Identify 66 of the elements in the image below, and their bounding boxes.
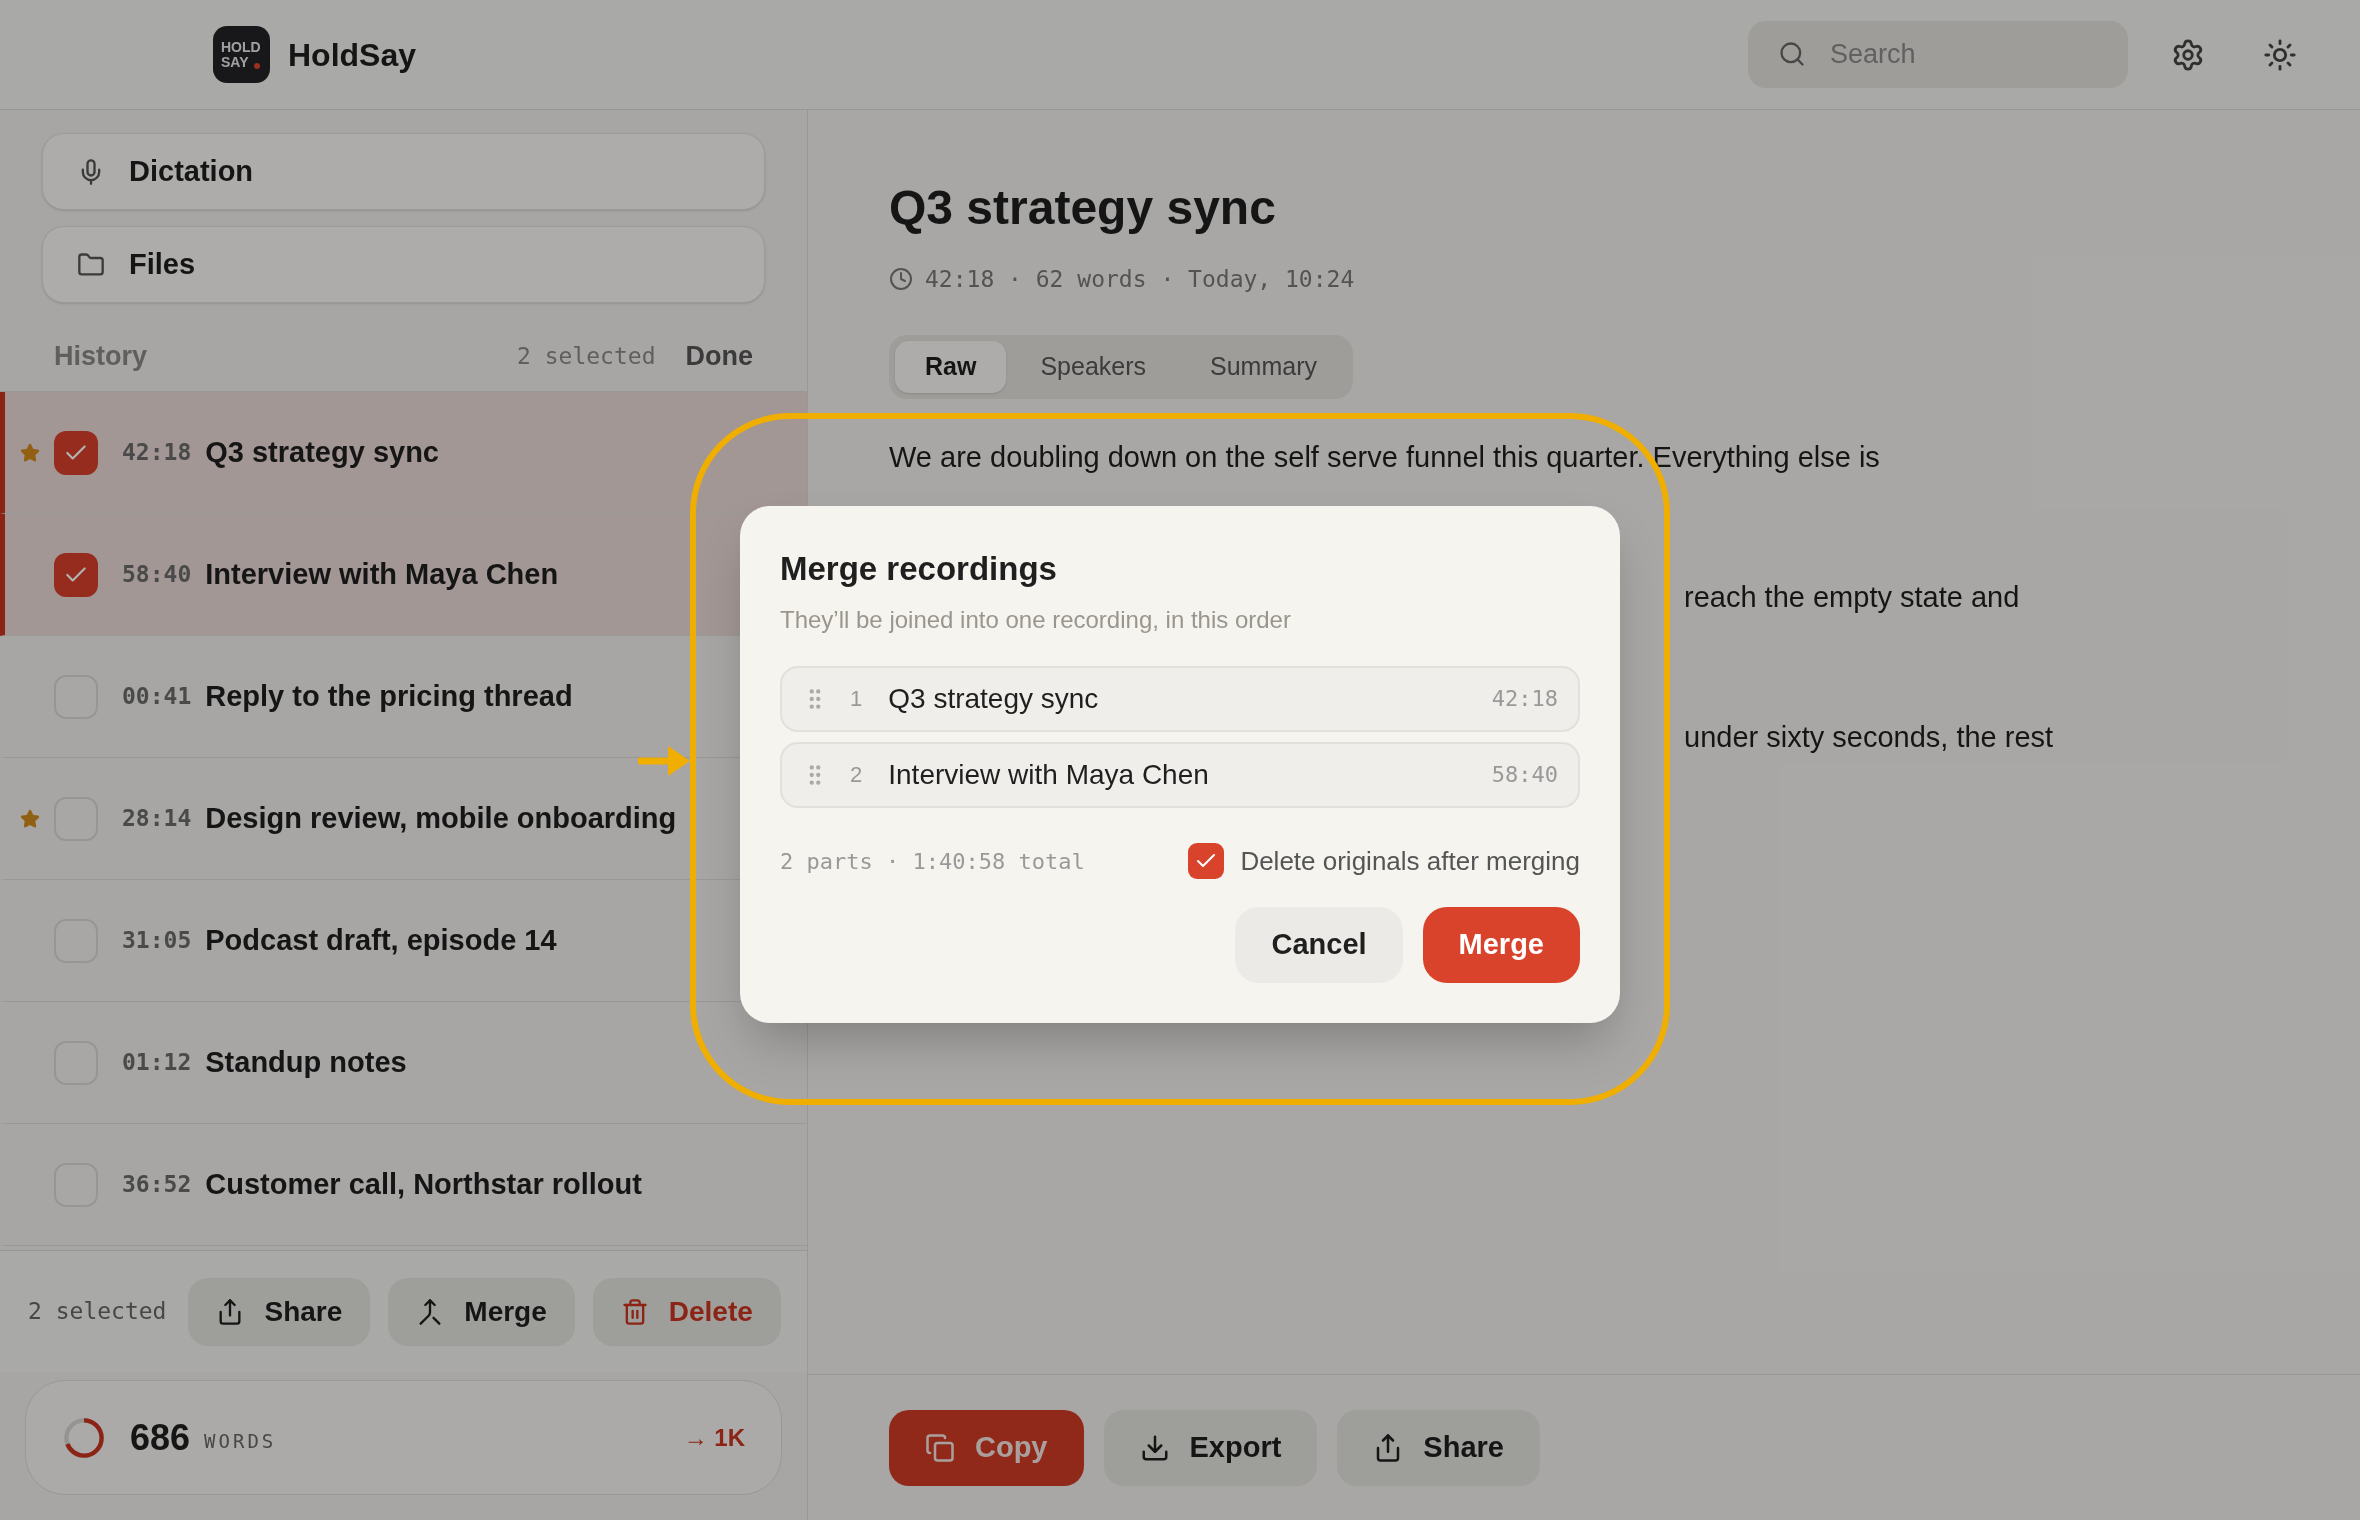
document-action-button[interactable]: Export xyxy=(1103,1409,1318,1486)
word-goal: → 1K xyxy=(683,1422,745,1453)
star-icon[interactable] xyxy=(19,442,40,463)
document-meta: 42:18 · 62 words · Today, 10:24 xyxy=(925,265,1355,294)
document-title: Q3 strategy sync xyxy=(889,180,1277,236)
transcript-text: We are doubling down on the self serve funnel this quarter. Everything else is xyxy=(889,439,1881,475)
part-number: 1 xyxy=(850,685,863,713)
done-button[interactable]: Done xyxy=(685,335,753,377)
view-tab[interactable]: Raw xyxy=(895,340,1007,393)
part-number: 2 xyxy=(850,761,863,789)
word-unit: WORDS xyxy=(204,1429,277,1455)
delete-originals-checkbox[interactable] xyxy=(1188,843,1225,879)
recording-title: Q3 strategy sync xyxy=(205,434,439,470)
progress-ring xyxy=(62,1415,106,1460)
recording-duration: 36:52 xyxy=(122,1170,192,1200)
document-action-button[interactable]: Share xyxy=(1337,1409,1540,1486)
app-logo: HOLD SAY xyxy=(213,26,270,83)
recording-title: Design review, mobile onboarding xyxy=(205,800,677,836)
recording-title: Customer call, Northstar rollout xyxy=(205,1166,642,1202)
part-title: Interview with Maya Chen xyxy=(888,757,1209,792)
dialog-button[interactable]: Cancel xyxy=(1235,906,1403,983)
search-field[interactable]: Search xyxy=(1748,21,2128,88)
nav-button[interactable]: Dictation xyxy=(42,133,765,210)
recording-title: Reply to the pricing thread xyxy=(205,678,573,714)
settings-icon xyxy=(2171,37,2205,72)
view-tab[interactable]: Speakers xyxy=(1010,340,1177,393)
app-name: HoldSay xyxy=(288,35,417,75)
row-checkbox[interactable] xyxy=(54,552,98,597)
nav-button[interactable]: Files xyxy=(42,226,765,303)
sun-icon xyxy=(2263,37,2297,72)
word-count: 686 xyxy=(130,1415,191,1460)
recording-duration: 01:12 xyxy=(122,1048,192,1078)
selected-count: 2 selected xyxy=(517,341,656,371)
star-icon[interactable] xyxy=(19,808,40,829)
search-icon xyxy=(1778,40,1806,68)
recording-duration: 31:05 xyxy=(122,926,192,956)
selection-action-button[interactable]: Share xyxy=(188,1277,371,1346)
recording-duration: 58:40 xyxy=(122,560,192,590)
merge-part-row[interactable]: 2 Interview with Maya Chen 58:40 xyxy=(780,741,1580,808)
recording-duration: 42:18 xyxy=(122,438,192,468)
transcript-text: reach the empty state and xyxy=(1684,579,2021,615)
folder-icon xyxy=(77,250,105,279)
trash-icon xyxy=(620,1297,649,1326)
clock-icon xyxy=(889,267,913,292)
recording-title: Podcast draft, episode 14 xyxy=(205,922,557,958)
part-title: Q3 strategy sync xyxy=(888,681,1099,716)
recording-duration: 28:14 xyxy=(122,804,192,834)
selection-count: 2 selected xyxy=(28,1297,167,1327)
delete-originals-label: Delete originals after merging xyxy=(1240,844,1580,878)
view-tab[interactable]: Summary xyxy=(1180,340,1347,393)
dialog-button[interactable]: Merge xyxy=(1422,906,1580,983)
row-checkbox[interactable] xyxy=(54,430,98,475)
selection-action-button[interactable]: Merge xyxy=(388,1277,575,1346)
part-duration: 42:18 xyxy=(1491,685,1558,713)
dialog-title: Merge recordings xyxy=(780,549,1058,589)
recording-duration: 00:41 xyxy=(122,682,192,712)
dialog-subtitle: They’ll be joined into one recording, in this order xyxy=(780,604,1292,635)
copy-icon xyxy=(925,1432,955,1463)
recording-title: Standup notes xyxy=(205,1044,407,1080)
transcript-text: under sixty seconds, the rest xyxy=(1684,719,2055,755)
merge-part-row[interactable]: 1 Q3 strategy sync 42:18 xyxy=(780,665,1580,732)
pointer-arrow xyxy=(638,744,690,778)
part-duration: 58:40 xyxy=(1491,761,1558,789)
merge-summary: 2 parts · 1:40:58 total xyxy=(780,847,1085,876)
history-heading: History xyxy=(54,339,148,373)
recording-title: Interview with Maya Chen xyxy=(205,556,559,592)
